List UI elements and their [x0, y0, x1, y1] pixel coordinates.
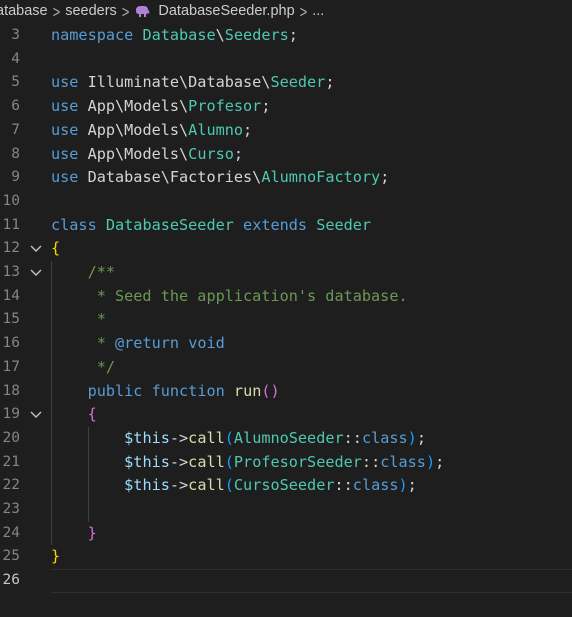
breadcrumb-item-more[interactable]: ... — [312, 3, 324, 19]
code-line[interactable]: 24 } — [0, 522, 572, 546]
line-number[interactable]: 26 — [0, 569, 20, 593]
line-number[interactable]: 25 — [0, 545, 20, 569]
code-line[interactable]: 19 { — [0, 403, 572, 427]
code-line[interactable]: 9 use Database\Factories\AlumnoFactory; — [0, 166, 572, 190]
chevron-right-icon: > — [299, 1, 308, 21]
code-line[interactable]: 7 use App\Models\Alumno; — [0, 119, 572, 143]
indent-guide — [51, 261, 52, 546]
line-number[interactable]: 11 — [0, 214, 20, 238]
code-line[interactable]: 15 * — [0, 308, 572, 332]
line-number[interactable]: 4 — [0, 48, 20, 72]
line-number[interactable]: 8 — [0, 143, 20, 167]
code-text: */ — [96, 357, 116, 376]
line-number[interactable]: 5 — [0, 71, 20, 95]
code-text: { — [87, 405, 97, 424]
code-text: $this->call(CursoSeeder::class); — [124, 476, 417, 495]
code-line[interactable]: 5 use Illuminate\Database\Seeder; — [0, 71, 572, 95]
code-line[interactable]: 6 use App\Models\Profesor; — [0, 95, 572, 119]
code-line[interactable]: 17 */ — [0, 356, 572, 380]
code-line[interactable]: 26 — [0, 569, 572, 593]
code-editor[interactable]: 3 namespace Database\Seeders; 4 5 use Illumi… — [0, 24, 572, 617]
php-elephant-icon — [136, 5, 150, 17]
code-text: use App\Models\Alumno; — [51, 120, 253, 139]
chevron-down-icon[interactable] — [29, 267, 43, 279]
code-line[interactable]: 22 $this->call(CursoSeeder::class); — [0, 474, 572, 498]
code-line[interactable]: 16 * @return void — [0, 332, 572, 356]
line-number[interactable]: 16 — [0, 332, 20, 356]
code-text: * @return void — [96, 334, 225, 353]
code-text: class DatabaseSeeder extends Seeder — [51, 215, 372, 234]
line-number[interactable]: 23 — [0, 498, 20, 522]
code-line[interactable]: 3 namespace Database\Seeders; — [0, 24, 572, 48]
line-number[interactable]: 15 — [0, 308, 20, 332]
code-line[interactable]: 8 use App\Models\Curso; — [0, 143, 572, 167]
code-text: namespace Database\Seeders; — [51, 26, 298, 44]
code-line[interactable]: 21 $this->call(ProfesorSeeder::class); — [0, 451, 572, 475]
code-text: public function run() — [87, 381, 280, 400]
breadcrumb: atabase > seeders > DatabaseSeeder.php >… — [0, 0, 572, 22]
breadcrumb-item-seeders[interactable]: seeders — [65, 3, 117, 19]
line-number[interactable]: 6 — [0, 95, 20, 119]
code-line[interactable]: 25} — [0, 545, 572, 569]
line-number[interactable]: 18 — [0, 380, 20, 404]
indent-guide — [87, 426, 89, 522]
line-number[interactable]: 7 — [0, 119, 20, 143]
breadcrumb-item-file[interactable]: DatabaseSeeder.php — [158, 3, 294, 19]
code-text: } — [87, 523, 97, 542]
line-number[interactable]: 21 — [0, 451, 20, 475]
code-line[interactable]: 13 /** — [0, 261, 572, 285]
code-line[interactable]: 14 * Seed the application's database. — [0, 285, 572, 309]
code-text: * — [96, 310, 106, 329]
line-number[interactable]: 19 — [0, 403, 20, 427]
code-text: use App\Models\Curso; — [51, 144, 244, 163]
code-text: use App\Models\Profesor; — [51, 97, 271, 116]
code-line[interactable]: 12 { — [0, 237, 572, 261]
chevron-right-icon: > — [121, 1, 130, 21]
current-line-highlight — [51, 569, 572, 593]
code-text: $this->call(AlumnoSeeder::class); — [124, 428, 426, 447]
line-number[interactable]: 13 — [0, 261, 20, 285]
line-number[interactable]: 24 — [0, 522, 20, 546]
code-line[interactable]: 20 $this->call(AlumnoSeeder::class); — [0, 427, 572, 451]
code-text: * Seed the application's database. — [96, 286, 408, 305]
code-text: use Illuminate\Database\Seeder; — [51, 73, 335, 92]
code-text: /** — [87, 263, 116, 281]
code-line[interactable]: 23 — [0, 498, 572, 522]
code-line[interactable]: 4 — [0, 48, 572, 72]
line-number[interactable]: 9 — [0, 166, 20, 190]
chevron-right-icon: > — [52, 1, 61, 21]
code-text: use Database\Factories\AlumnoFactory; — [51, 168, 390, 187]
line-number[interactable]: 14 — [0, 285, 20, 309]
line-number[interactable]: 3 — [0, 24, 20, 48]
code-line[interactable]: 10 — [0, 190, 572, 214]
line-number[interactable]: 22 — [0, 474, 20, 498]
line-number[interactable]: 10 — [0, 190, 20, 214]
code-text: { — [51, 239, 61, 258]
chevron-down-icon[interactable] — [29, 243, 43, 255]
code-text: $this->call(ProfesorSeeder::class); — [124, 452, 445, 471]
line-number[interactable]: 12 — [0, 237, 20, 261]
breadcrumb-item-database[interactable]: atabase — [0, 3, 48, 19]
code-text: } — [51, 547, 61, 566]
code-line[interactable]: 18 public function run() — [0, 380, 572, 404]
code-line[interactable]: 11 class DatabaseSeeder extends Seeder — [0, 214, 572, 238]
line-number[interactable]: 20 — [0, 427, 20, 451]
line-number[interactable]: 17 — [0, 356, 20, 380]
chevron-down-icon[interactable] — [29, 409, 43, 421]
